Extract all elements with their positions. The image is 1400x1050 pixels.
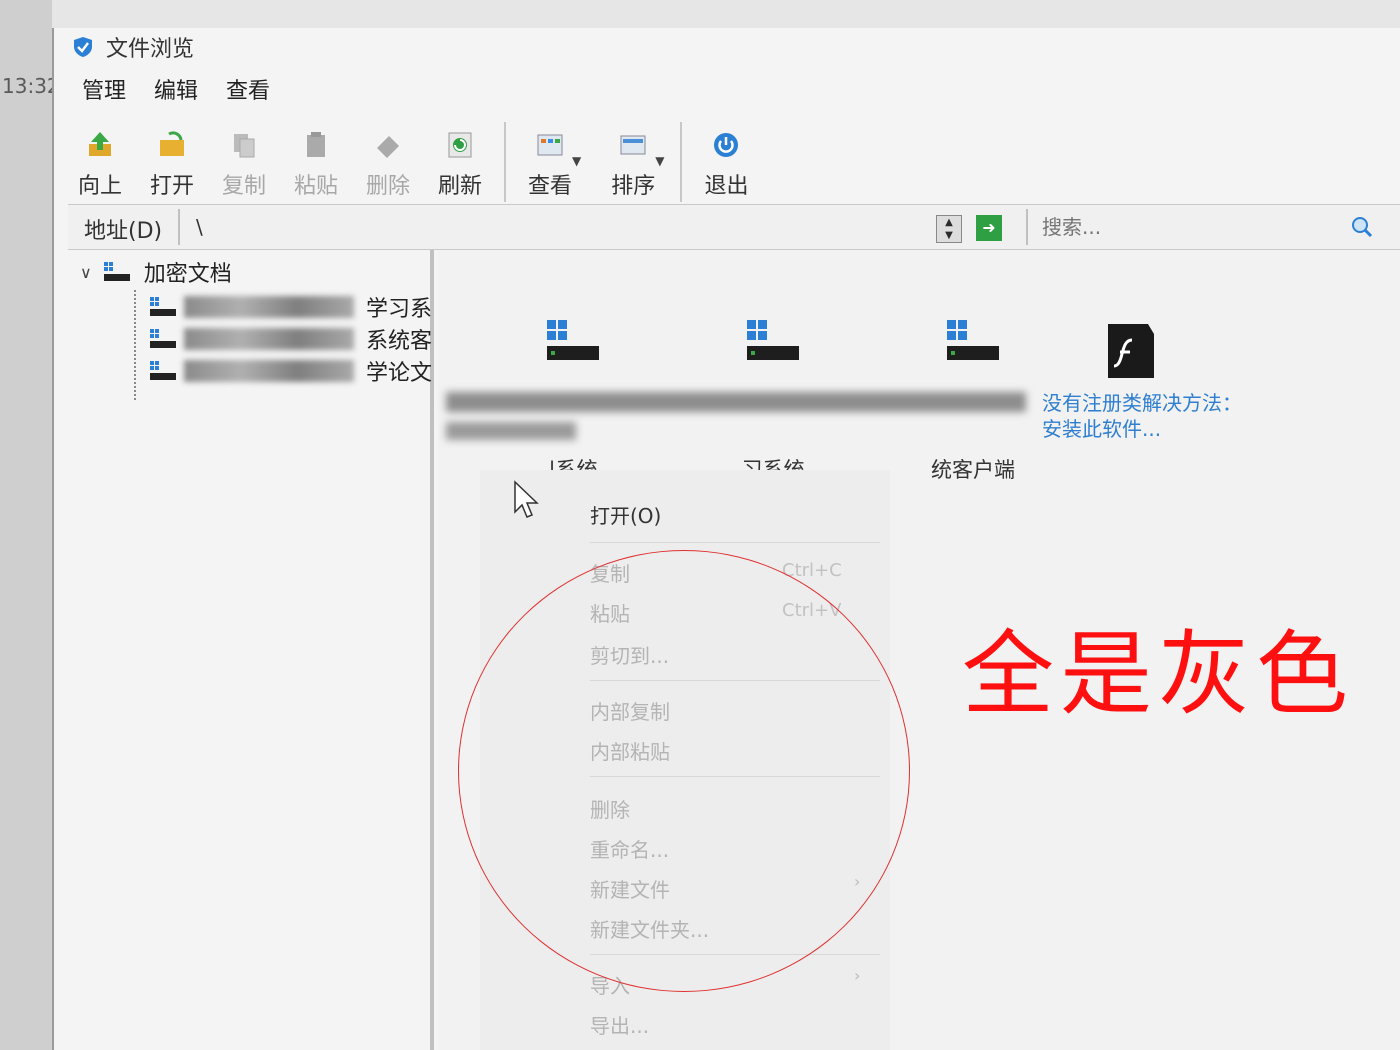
- background-clock: 13:32: [2, 74, 60, 98]
- menu-edit[interactable]: 编辑: [154, 73, 198, 105]
- tree-item-label: 学论文: [365, 361, 432, 386]
- refresh-button[interactable]: 刷新: [424, 116, 496, 208]
- open-folder-icon: [157, 130, 187, 160]
- file-item-flash[interactable]: [1078, 320, 1178, 388]
- menu-view[interactable]: 查看: [226, 73, 270, 105]
- toolbar-separator: [680, 122, 683, 202]
- unregistered-file-label: 没有注册类解决方法：安装此软件...: [1042, 391, 1242, 441]
- refresh-icon: [445, 130, 475, 160]
- sort-icon: [618, 130, 648, 160]
- annotation-text: 全是灰色: [962, 621, 1355, 728]
- drive-icon: [150, 329, 176, 348]
- drive-icon: [103, 262, 130, 281]
- window-title: 文件浏览: [106, 37, 195, 62]
- chevron-down-icon[interactable]: ∨: [80, 263, 92, 282]
- tree-item[interactable]: 学习系: [148, 292, 432, 322]
- ctx-separator: [590, 542, 880, 543]
- tree-item[interactable]: 学论文: [148, 356, 432, 386]
- address-label: 地址(D): [84, 219, 163, 244]
- paste-button[interactable]: 粘贴: [280, 116, 352, 208]
- drive-icon: [547, 320, 599, 360]
- sort-dropdown-arrow-icon[interactable]: ▼: [655, 154, 664, 168]
- copy-button[interactable]: 复制: [208, 116, 280, 208]
- menu-manage[interactable]: 管理: [82, 73, 126, 105]
- address-input[interactable]: [194, 211, 958, 243]
- address-bar: 地址(D) ▲▼ ➜: [68, 204, 1400, 250]
- background-strip: [52, 0, 1400, 30]
- ctx-open[interactable]: 打开(O): [590, 500, 661, 529]
- copy-icon: [229, 130, 259, 160]
- view-dropdown-arrow-icon[interactable]: ▼: [572, 154, 581, 168]
- tree-root[interactable]: ∨ 加密文档: [80, 256, 232, 288]
- file-label: 统客户端: [931, 458, 1015, 482]
- toolbar-separator: [504, 122, 506, 202]
- search-icon[interactable]: [1350, 215, 1374, 239]
- up-button[interactable]: 向上: [64, 116, 136, 208]
- shield-icon: [74, 37, 92, 57]
- exit-button[interactable]: 退出: [690, 116, 762, 208]
- view-icon: [535, 130, 565, 160]
- file-item[interactable]: |系统: [478, 316, 668, 484]
- open-button[interactable]: 打开: [136, 116, 208, 208]
- tree-root-label: 加密文档: [143, 262, 232, 287]
- search-input[interactable]: [1026, 209, 1374, 245]
- redacted-name: [184, 360, 354, 382]
- drive-icon: [747, 320, 799, 360]
- annotation-circle: [458, 550, 910, 992]
- mouse-cursor-icon: [514, 480, 539, 518]
- arrow-up-icon: [85, 130, 115, 160]
- file-item[interactable]: 统客户端: [878, 316, 1068, 484]
- drive-icon: [150, 361, 176, 380]
- tree-item[interactable]: 系统客: [148, 324, 432, 354]
- toolbar: 向上 打开 复制 粘贴 删除 刷新 查看 ▼ 排序 ▼ 退出: [64, 116, 864, 208]
- tree-item-label: 系统客: [365, 329, 432, 354]
- ctx-export[interactable]: 导出...: [590, 1010, 649, 1039]
- tree-item-label: 学习系: [365, 297, 432, 322]
- delete-icon: [373, 130, 403, 160]
- go-arrow-icon[interactable]: ➜: [976, 215, 1002, 241]
- redacted-name: [184, 296, 354, 318]
- drive-icon: [150, 297, 176, 316]
- folder-tree: ∨ 加密文档 学习系 系统客 学论文: [68, 250, 434, 1050]
- power-icon: [711, 130, 741, 160]
- drive-icon: [947, 320, 999, 360]
- background-desktop: [0, 0, 52, 1050]
- title-bar: 文件浏览: [54, 28, 1400, 66]
- paste-icon: [301, 130, 331, 160]
- delete-button[interactable]: 删除: [352, 116, 424, 208]
- tree-connector: [134, 290, 138, 400]
- menu-bar: 管理 编辑 查看: [54, 70, 270, 108]
- file-item[interactable]: 习系统: [678, 316, 868, 484]
- submenu-arrow-icon: ›: [854, 966, 861, 985]
- flash-file-icon: [1108, 324, 1154, 378]
- address-separator: [178, 209, 180, 245]
- redacted-name: [184, 328, 354, 350]
- address-history-spinner-icon[interactable]: ▲ ▼: [936, 215, 962, 243]
